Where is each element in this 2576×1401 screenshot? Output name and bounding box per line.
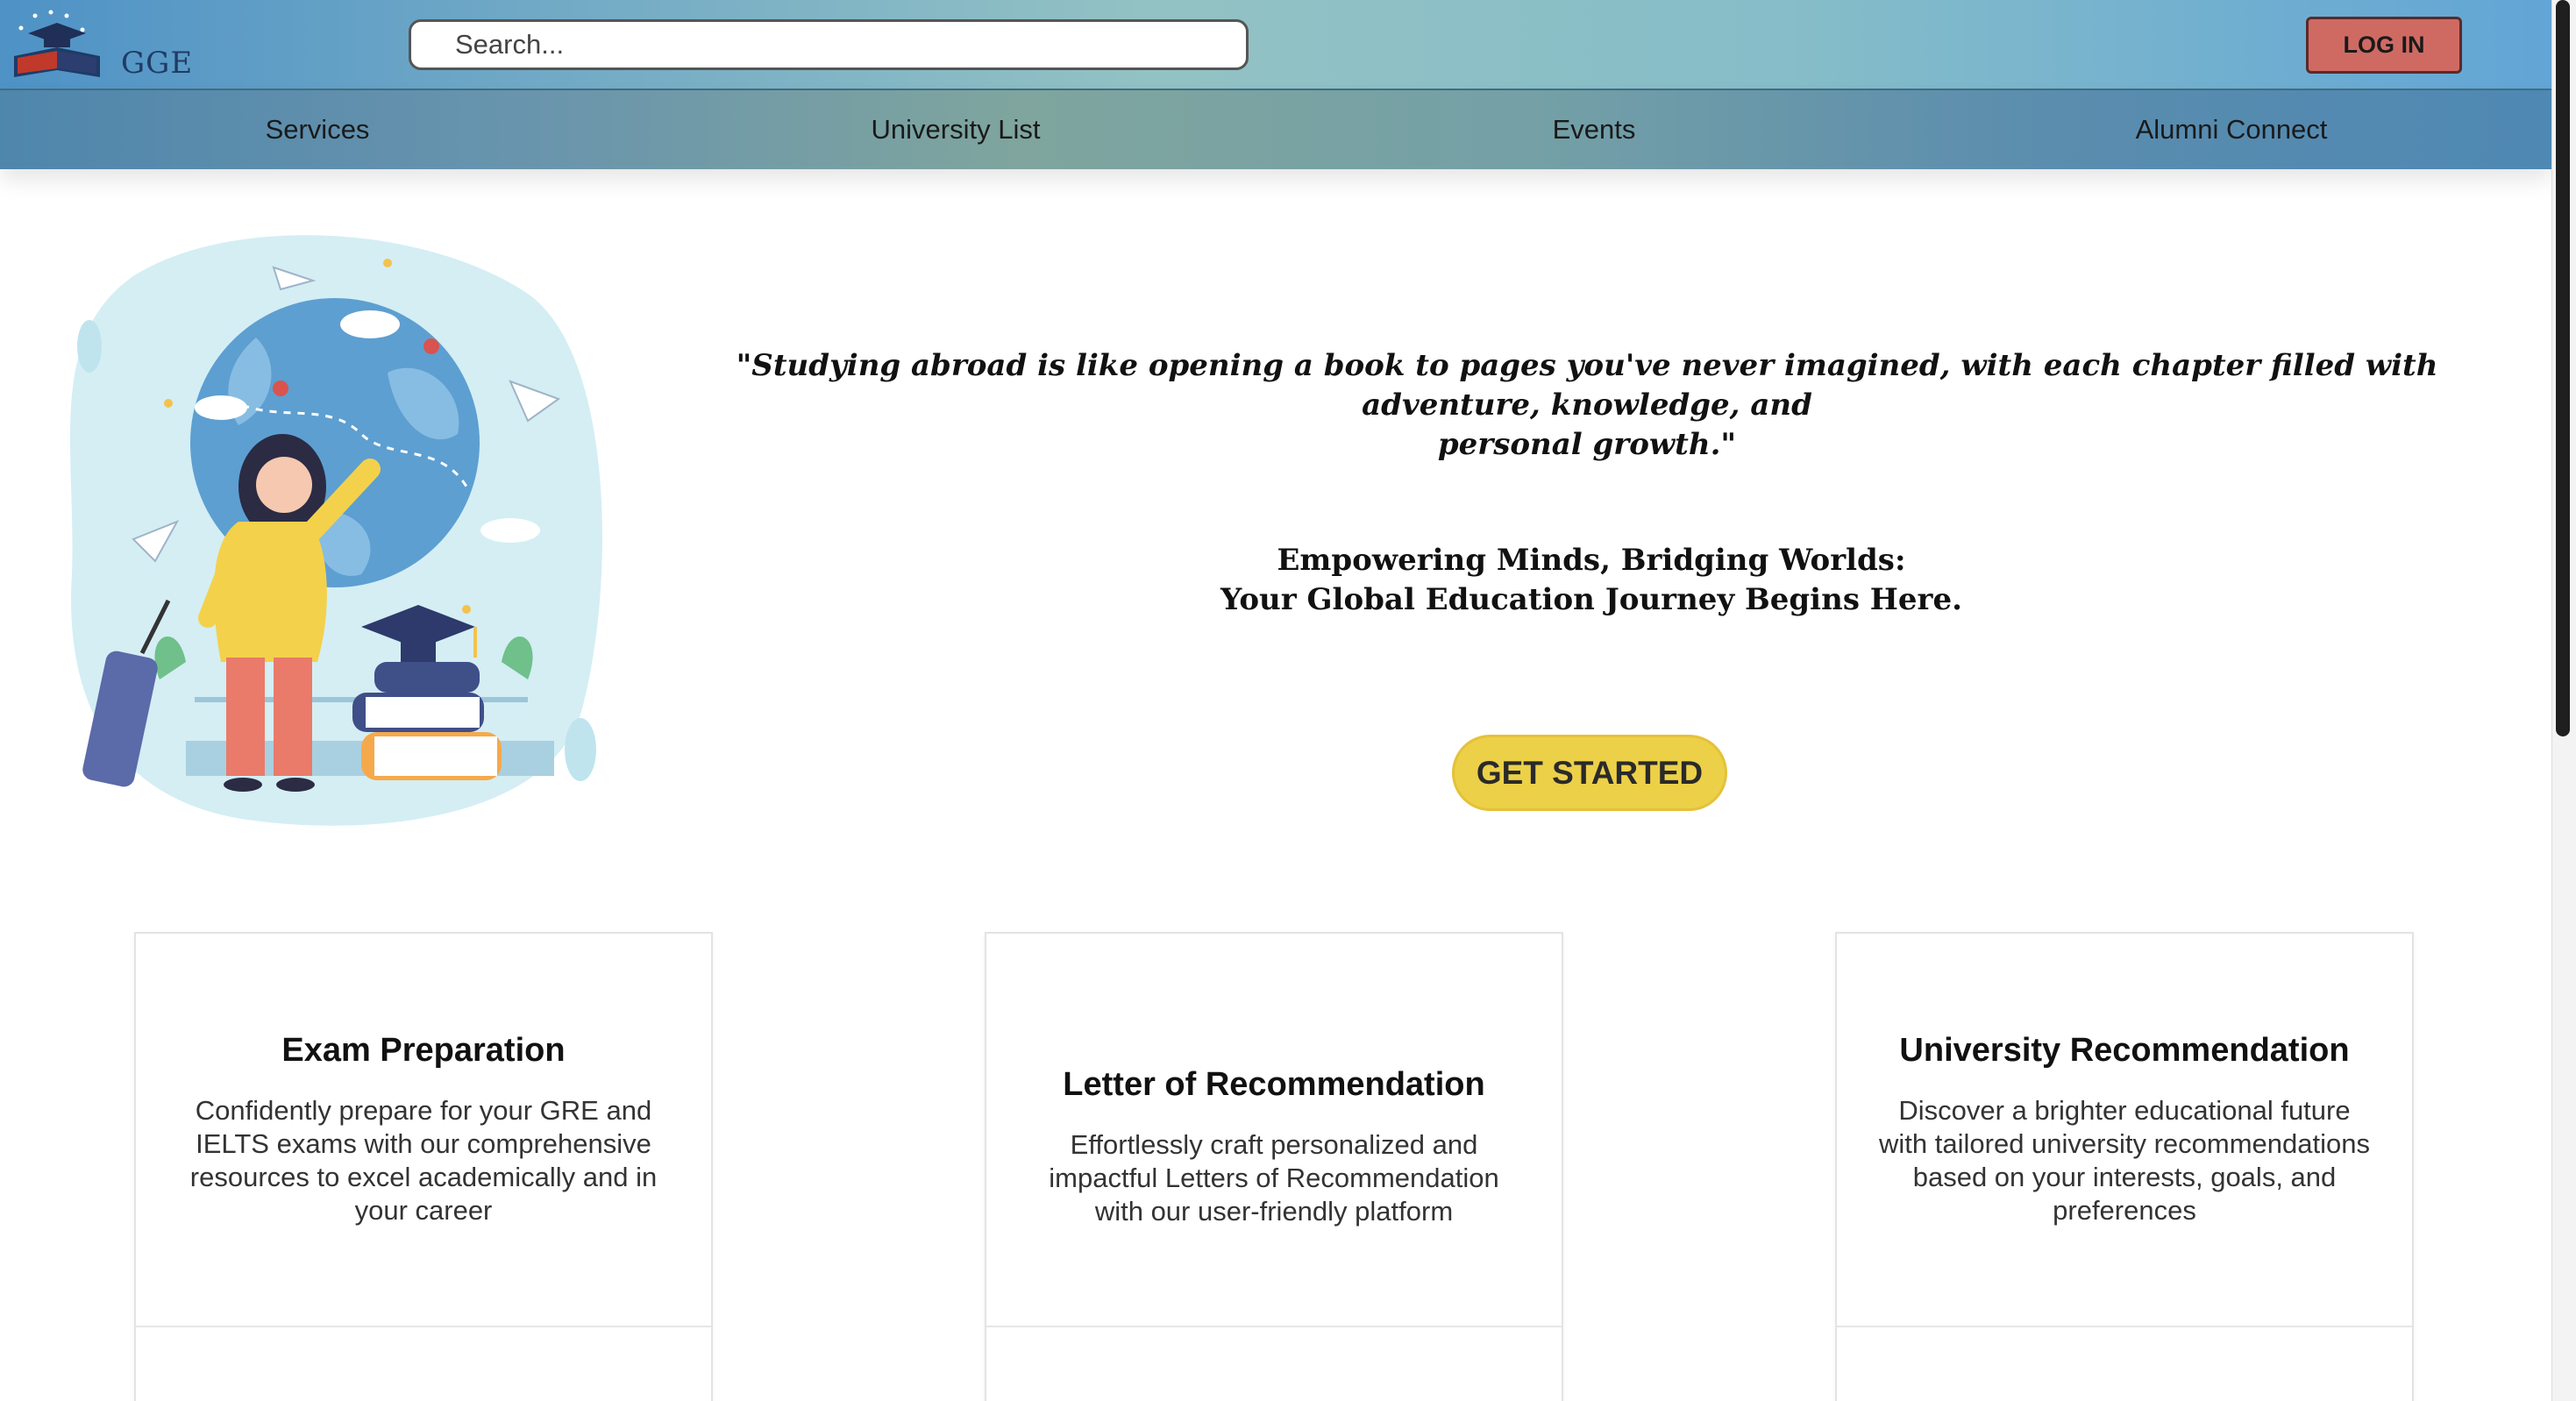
main-nav: Services University List Events Alumni C… xyxy=(0,90,2551,169)
card-title: Letter of Recommendation xyxy=(1063,1066,1485,1103)
search-input[interactable] xyxy=(409,19,1249,70)
card-divider xyxy=(986,1326,1562,1327)
card-divider xyxy=(1837,1326,2412,1327)
card-description: Discover a brighter educational future w… xyxy=(1879,1095,2370,1226)
get-started-button[interactable]: GET STARTED xyxy=(1452,735,1727,811)
hero-tagline-line-2: Your Global Education Journey Begins Her… xyxy=(1220,582,1962,617)
nav-item-university-list[interactable]: University List xyxy=(872,90,1041,169)
logo[interactable]: GGE xyxy=(9,7,192,84)
service-card-letter-of-recommendation[interactable]: Letter of Recommendation Effortlessly cr… xyxy=(985,932,1563,1401)
hero-quote-line-1: "Studying abroad is like opening a book … xyxy=(736,348,2438,423)
card-description: Confidently prepare for your GRE and IEL… xyxy=(189,1095,658,1226)
brand-name: GGE xyxy=(121,46,194,81)
service-card-exam-preparation[interactable]: Exam Preparation Confidently prepare for… xyxy=(134,932,713,1401)
hero-tagline: Empowering Minds, Bridging Worlds: Your … xyxy=(886,541,2297,620)
card-title: Exam Preparation xyxy=(281,1032,566,1069)
service-card-university-recommendation[interactable]: University Recommendation Discover a bri… xyxy=(1835,932,2414,1401)
card-divider xyxy=(136,1326,711,1327)
top-header: GGE LOG IN xyxy=(0,0,2551,90)
hero-illustration xyxy=(54,224,607,837)
card-description: Effortlessly craft personalized and impa… xyxy=(1049,1129,1499,1227)
hero-quote: "Studying abroad is like opening a book … xyxy=(666,346,2508,465)
login-button[interactable]: LOG IN xyxy=(2306,17,2462,74)
hero-quote-line-2: personal growth." xyxy=(1437,427,1737,462)
hero-tagline-line-1: Empowering Minds, Bridging Worlds: xyxy=(1277,543,1906,578)
nav-item-events[interactable]: Events xyxy=(1553,90,1636,169)
scrollbar-thumb[interactable] xyxy=(2556,0,2570,736)
nav-item-alumni-connect[interactable]: Alumni Connect xyxy=(2136,90,2328,169)
card-title: University Recommendation xyxy=(1899,1032,2350,1069)
nav-item-services[interactable]: Services xyxy=(266,90,370,169)
